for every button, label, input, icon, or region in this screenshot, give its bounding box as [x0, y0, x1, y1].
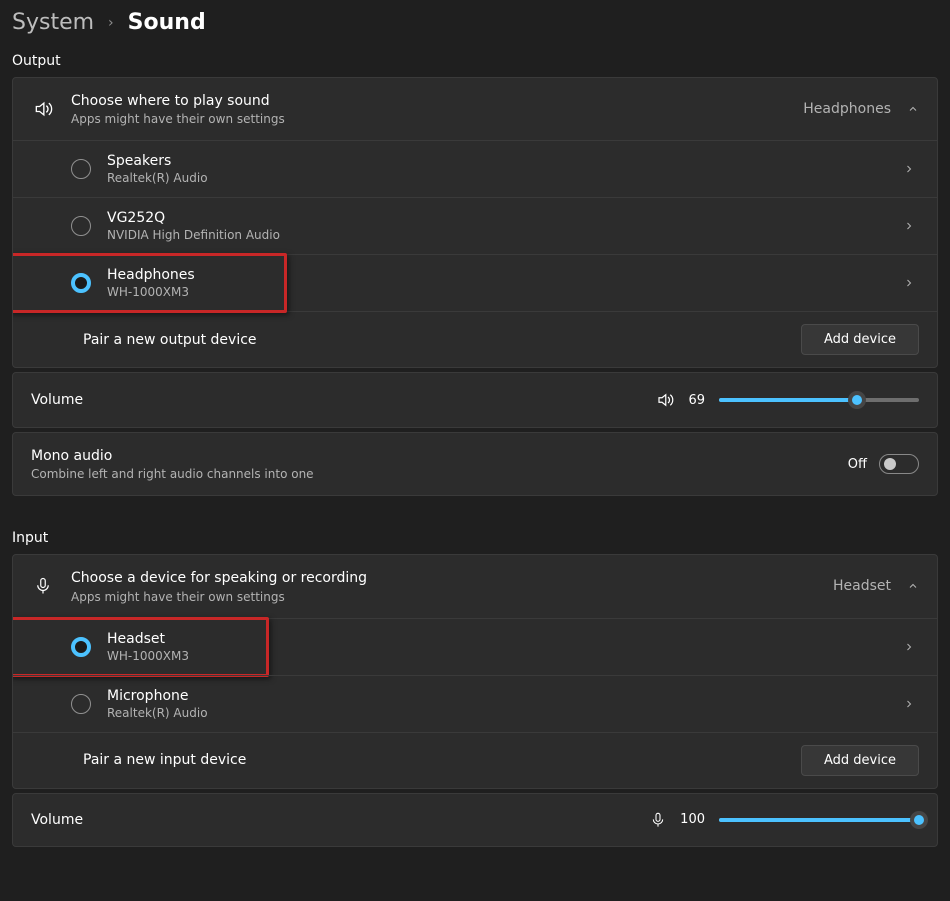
device-sub: Realtek(R) Audio	[107, 171, 899, 185]
chevron-right-icon[interactable]	[899, 637, 919, 657]
radio-button[interactable]	[71, 637, 91, 657]
input-device-row[interactable]: Headset WH-1000XM3	[13, 618, 937, 675]
device-name: Speakers	[107, 153, 899, 169]
slider-thumb[interactable]	[910, 811, 928, 829]
input-current-device: Headset	[833, 578, 891, 594]
output-header-title: Choose where to play sound	[71, 92, 803, 110]
input-card: Choose a device for speaking or recordin…	[12, 554, 938, 788]
output-current-device: Headphones	[803, 101, 891, 117]
input-pair-label: Pair a new input device	[83, 752, 801, 768]
device-sub: NVIDIA High Definition Audio	[107, 228, 899, 242]
output-device-row[interactable]: Speakers Realtek(R) Audio	[13, 140, 937, 197]
breadcrumb-parent[interactable]: System	[12, 10, 94, 35]
speaker-icon[interactable]	[656, 391, 674, 409]
slider-thumb[interactable]	[848, 391, 866, 409]
input-volume-slider[interactable]	[719, 818, 919, 822]
output-pair-label: Pair a new output device	[83, 332, 801, 348]
input-section-title: Input	[12, 530, 938, 554]
chevron-right-icon[interactable]	[899, 159, 919, 179]
mono-audio-card: Mono audio Combine left and right audio …	[12, 432, 938, 496]
output-device-row[interactable]: VG252Q NVIDIA High Definition Audio	[13, 197, 937, 254]
input-header-row[interactable]: Choose a device for speaking or recordin…	[13, 555, 937, 617]
chevron-up-icon	[907, 103, 919, 115]
output-device-row[interactable]: Headphones WH-1000XM3	[13, 254, 937, 311]
radio-button[interactable]	[71, 694, 91, 714]
add-output-device-button[interactable]: Add device	[801, 324, 919, 355]
output-section-title: Output	[12, 53, 938, 77]
input-header-title: Choose a device for speaking or recordin…	[71, 569, 833, 587]
input-volume-card: Volume 100	[12, 793, 938, 847]
radio-button[interactable]	[71, 273, 91, 293]
chevron-right-icon[interactable]	[899, 273, 919, 293]
chevron-up-icon	[907, 580, 919, 592]
device-name: Headset	[107, 631, 899, 647]
chevron-right-icon[interactable]	[899, 216, 919, 236]
device-name: Headphones	[107, 267, 899, 283]
device-sub: WH-1000XM3	[107, 285, 899, 299]
output-volume-label: Volume	[31, 392, 656, 408]
output-header-row[interactable]: Choose where to play sound Apps might ha…	[13, 78, 937, 140]
radio-button[interactable]	[71, 216, 91, 236]
output-card: Choose where to play sound Apps might ha…	[12, 77, 938, 368]
output-volume-card: Volume 69	[12, 372, 938, 428]
device-name: VG252Q	[107, 210, 899, 226]
mono-audio-toggle[interactable]	[879, 454, 919, 474]
mono-audio-state: Off	[848, 457, 867, 472]
add-input-device-button[interactable]: Add device	[801, 745, 919, 776]
input-device-row[interactable]: Microphone Realtek(R) Audio	[13, 675, 937, 732]
microphone-icon[interactable]	[650, 812, 666, 828]
mono-audio-title: Mono audio	[31, 447, 848, 465]
input-volume-label: Volume	[31, 812, 650, 828]
device-sub: Realtek(R) Audio	[107, 706, 899, 720]
speaker-icon	[31, 99, 55, 119]
breadcrumb-current: Sound	[128, 10, 206, 35]
chevron-right-icon: ›	[108, 15, 114, 31]
radio-button[interactable]	[71, 159, 91, 179]
mono-audio-sub: Combine left and right audio channels in…	[31, 467, 848, 481]
output-volume-slider[interactable]	[719, 398, 919, 402]
output-volume-value: 69	[688, 393, 705, 408]
microphone-icon	[31, 577, 55, 595]
breadcrumb: System › Sound	[12, 8, 938, 53]
input-volume-value: 100	[680, 812, 705, 827]
output-header-sub: Apps might have their own settings	[71, 112, 803, 126]
chevron-right-icon[interactable]	[899, 694, 919, 714]
device-sub: WH-1000XM3	[107, 649, 899, 663]
input-header-sub: Apps might have their own settings	[71, 590, 833, 604]
output-pair-row: Pair a new output device Add device	[13, 311, 937, 367]
input-pair-row: Pair a new input device Add device	[13, 732, 937, 788]
device-name: Microphone	[107, 688, 899, 704]
